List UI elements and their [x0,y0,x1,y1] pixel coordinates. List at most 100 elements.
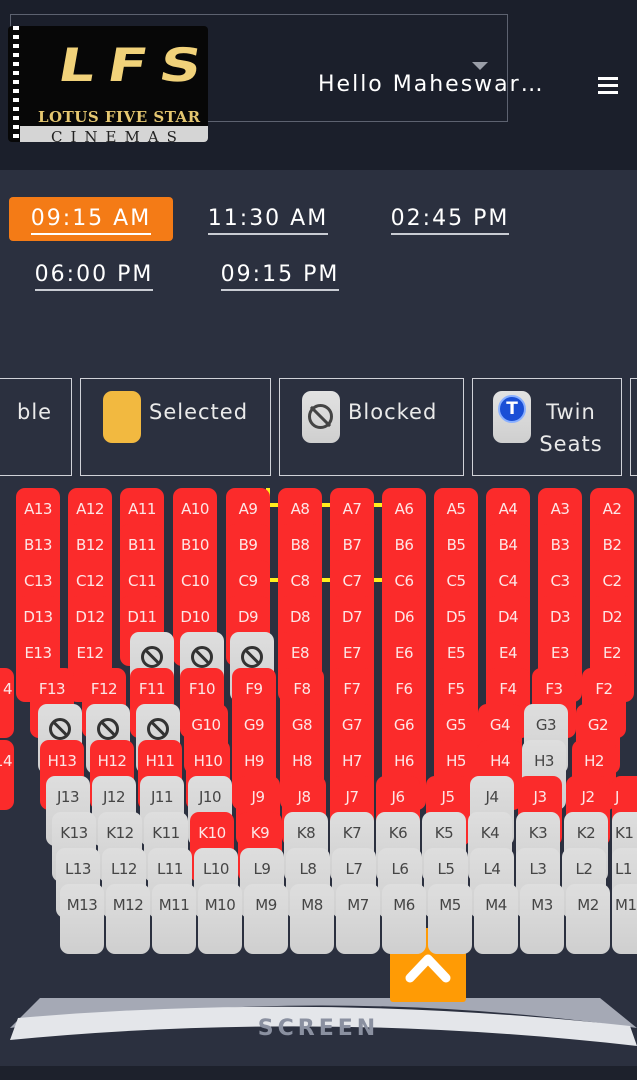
seat-edge[interactable]: 14 [0,740,14,810]
seat-label: K13 [60,824,88,842]
seat-label: D13 [23,608,53,626]
seat-label: G10 [191,716,221,734]
showtime-0915pm[interactable]: 09:15 PM [202,253,358,297]
legend-more [630,378,637,476]
seat-label: K3 [528,824,548,842]
seat-label: G8 [291,716,313,734]
seat-label: B9 [238,536,258,554]
seat-label: A11 [128,500,156,518]
seat-edge[interactable]: 4 [0,668,14,738]
seat-label: 14 [0,752,13,770]
seat-label: D11 [127,608,157,626]
seat-label: L9 [253,860,271,878]
seat-label: E7 [342,644,362,662]
seat-label: D3 [549,608,571,626]
seat-label: M11 [158,896,190,914]
seat-label: F12 [90,680,118,698]
seat-label: L1 [615,860,632,878]
seat-label: D6 [393,608,415,626]
seat-label: M1 [615,896,637,914]
seat-label: L8 [299,860,317,878]
seat-label: M3 [531,896,553,914]
seat-label: C8 [290,572,310,590]
seat-label: B3 [550,536,570,554]
legend-label: Twin Seats [539,400,603,456]
seat-m2: M2 [566,884,610,954]
seat-label: D10 [180,608,210,626]
seat-label: J7 [345,788,359,806]
seat-label: A2 [602,500,622,518]
seat-label: H3 [534,752,554,770]
seat-label: F13 [38,680,66,698]
seat-label: H10 [193,752,223,770]
seat-label: A13 [24,500,52,518]
user-greeting[interactable]: Hello Maheswar… [318,72,545,97]
seat-label: K11 [152,824,180,842]
seat-label: H8 [292,752,312,770]
showtime-0245pm[interactable]: 02:45 PM [372,197,528,241]
legend-selected: Selected [80,378,271,476]
seat-label: C9 [238,572,258,590]
seat-label: A9 [238,500,258,518]
seat-label: E6 [394,644,414,662]
logo-cinemas: CINEMAS [20,126,208,142]
seat-label: L10 [203,860,229,878]
seat-label: M10 [204,896,236,914]
seat-label: L6 [391,860,409,878]
seat-label: H6 [394,752,414,770]
seat-label: G9 [243,716,265,734]
seat-label: E3 [550,644,570,662]
seat-label: M6 [393,896,415,914]
showtime-0600pm[interactable]: 06:00 PM [16,253,172,297]
seat-label: L13 [65,860,91,878]
showtime-0915am[interactable]: 09:15 AM [9,197,173,241]
showtime-1130am[interactable]: 11:30 AM [190,197,346,241]
seat-label: C13 [23,572,53,590]
cinema-logo[interactable]: LFS LOTUS FIVE STAR CINEMAS [8,26,208,142]
seat-label: E12 [76,644,104,662]
seat-label: J6 [391,788,405,806]
seat-label: G2 [587,716,609,734]
seat-label: L12 [111,860,137,878]
seat-label: L7 [345,860,363,878]
seat-label: J2 [581,788,595,806]
seat-label: B13 [24,536,52,554]
seat-label: F2 [595,680,613,698]
dropdown-caret-icon[interactable] [472,62,488,70]
film-perforation [13,26,19,142]
seat-label: M7 [347,896,369,914]
seat-label: J12 [102,788,126,806]
seat-label: J10 [198,788,222,806]
showtime-label: 02:45 PM [390,205,510,235]
seat-label: E5 [446,644,466,662]
seat-label: K1 [615,824,634,842]
blocked-icon [241,646,263,668]
seat-label: K10 [198,824,226,842]
seat-label: J9 [251,788,265,806]
twin-seat-swatch: T [493,391,531,443]
seat-label: H11 [145,752,175,770]
seat-label: J13 [56,788,80,806]
seat-label: H13 [47,752,77,770]
seat-m4: M4 [474,884,518,954]
seat-label: H9 [244,752,264,770]
seat-label: E8 [290,644,310,662]
seat-label: C2 [602,572,622,590]
seat-label: F7 [343,680,361,698]
seat-label: C11 [127,572,157,590]
seat-m5: M5 [428,884,472,954]
seat-label: B6 [394,536,414,554]
seat-label: B5 [446,536,466,554]
blocked-icon [191,646,213,668]
bottom-bar [0,1066,637,1080]
seat-label: E4 [498,644,518,662]
seat-label: D2 [601,608,623,626]
hamburger-menu-icon[interactable] [598,77,618,94]
seat-label: C6 [394,572,414,590]
seat-label: A12 [76,500,104,518]
seat-label: L4 [483,860,501,878]
seat-label: H12 [97,752,127,770]
seat-edge[interactable]: M1 [612,884,637,954]
legend-label: Selected [149,400,249,424]
seat-label: B10 [181,536,209,554]
